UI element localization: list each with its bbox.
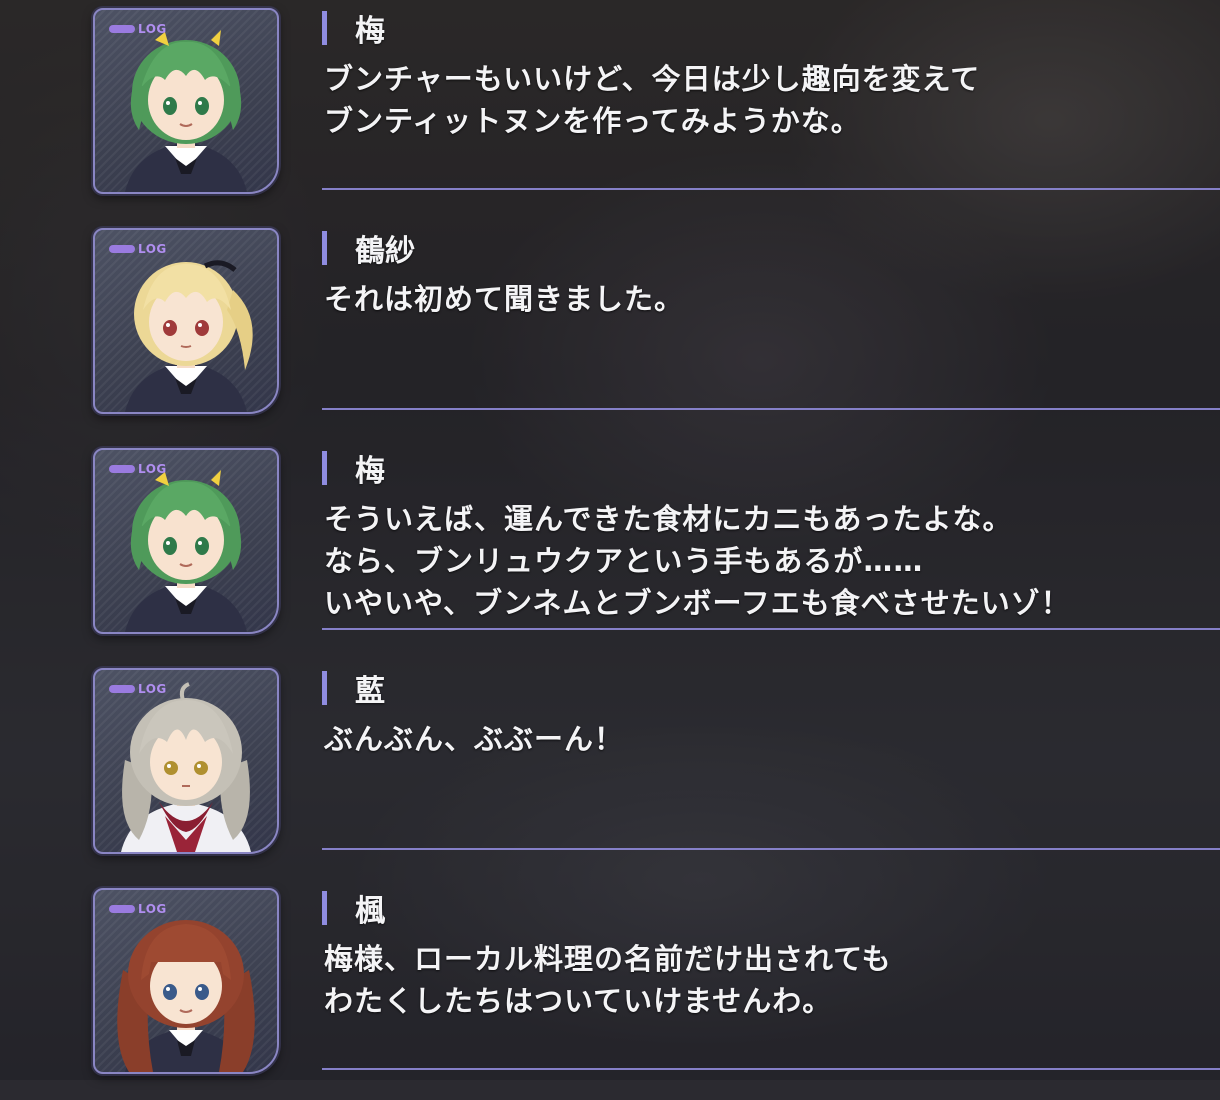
backlog-list[interactable]: LOG 梅 ブンチャーもいいけど、今日は少し趣向を変えて ブンティットヌンを作っ… — [0, 0, 1220, 1080]
entry-divider — [322, 408, 1220, 410]
speaker-portrait: LOG — [93, 448, 279, 634]
speaker-name-row: 藍 — [322, 668, 385, 709]
character-tazusa-icon — [125, 260, 253, 412]
dialogue-line: いやいや、ブンネムとブンボーフエも食べさせたいゾ！ — [324, 586, 1071, 620]
log-badge-text: LOG — [138, 242, 167, 256]
dialogue-line: ブンチャーもいいけど、今日は少し趣向を変えて — [324, 62, 981, 96]
log-entry: LOG 梅 そういえば、運んできた食材にカニもあったよな。 なら、ブンリュウクア… — [0, 440, 1220, 660]
log-badge: LOG — [109, 682, 167, 696]
log-badge-text: LOG — [138, 462, 167, 476]
dialogue-line: そういえば、運んできた食材にカニもあったよな。 — [324, 502, 1013, 536]
log-badge-text: LOG — [138, 22, 167, 36]
log-entry: LOG 藍 ぶんぶん、ぶぶーん！ — [0, 660, 1220, 880]
dialogue-line: 梅様、ローカル料理の名前だけ出されても — [324, 942, 892, 976]
entry-divider — [322, 1068, 1220, 1070]
dialogue-text: 梅様、ローカル料理の名前だけ出されても わたくしたちはついていけませんわ。 — [324, 938, 892, 1022]
dialogue-line: わたくしたちはついていけませんわ。 — [324, 984, 833, 1018]
speaker-name-row: 梅 — [322, 8, 385, 49]
speaker-name: 梅 — [355, 14, 385, 49]
character-kaede-icon — [117, 920, 255, 1072]
character-umi-icon — [125, 470, 247, 632]
log-badge-text: LOG — [138, 682, 167, 696]
log-badge: LOG — [109, 22, 167, 36]
speaker-name: 楓 — [355, 894, 385, 929]
speaker-portrait: LOG — [93, 8, 279, 194]
character-ran-icon — [121, 682, 251, 852]
speaker-portrait: LOG — [93, 888, 279, 1074]
speaker-name: 鶴紗 — [355, 234, 415, 269]
dialogue-line: それは初めて聞きました。 — [324, 282, 685, 316]
dialogue-text: それは初めて聞きました。 — [324, 278, 684, 320]
log-badge-bar — [109, 245, 135, 253]
log-badge: LOG — [109, 462, 167, 476]
character-umi-icon — [125, 30, 247, 192]
dialogue-line: ぶんぶん、ぶぶーん！ — [324, 722, 625, 756]
log-badge-text: LOG — [138, 902, 167, 916]
log-badge: LOG — [109, 242, 167, 256]
entry-divider — [322, 848, 1220, 850]
log-badge-bar — [109, 25, 135, 33]
speaker-portrait: LOG — [93, 228, 279, 414]
entry-divider — [322, 628, 1220, 630]
log-entry: LOG 鶴紗 それは初めて聞きました。 — [0, 220, 1220, 440]
log-badge-bar — [109, 905, 135, 913]
speaker-name-row: 鶴紗 — [322, 228, 415, 269]
entry-divider — [322, 188, 1220, 190]
speaker-name: 藍 — [355, 674, 385, 709]
dialogue-line: ブンティットヌンを作ってみようかな。 — [324, 104, 861, 138]
dialogue-text: ぶんぶん、ぶぶーん！ — [324, 718, 624, 760]
speaker-name: 梅 — [355, 454, 385, 489]
name-marker-bar — [322, 451, 327, 485]
speaker-portrait: LOG — [93, 668, 279, 854]
dialogue-text: ブンチャーもいいけど、今日は少し趣向を変えて ブンティットヌンを作ってみようかな… — [324, 58, 980, 142]
name-marker-bar — [322, 231, 327, 265]
log-entry: LOG 楓 梅様、ローカル料理の名前だけ出されても わたくしたちはついていけませ… — [0, 880, 1220, 1100]
name-marker-bar — [322, 11, 327, 45]
log-badge-bar — [109, 685, 135, 693]
speaker-name-row: 楓 — [322, 888, 385, 929]
log-badge-bar — [109, 465, 135, 473]
speaker-name-row: 梅 — [322, 448, 385, 489]
dialogue-text: そういえば、運んできた食材にカニもあったよな。 なら、ブンリュウクアという手もあ… — [324, 498, 1071, 624]
log-badge: LOG — [109, 902, 167, 916]
name-marker-bar — [322, 671, 327, 705]
log-entry: LOG 梅 ブンチャーもいいけど、今日は少し趣向を変えて ブンティットヌンを作っ… — [0, 0, 1220, 220]
name-marker-bar — [322, 891, 327, 925]
dialogue-line: なら、ブンリュウクアという手もあるが…… — [324, 544, 924, 578]
